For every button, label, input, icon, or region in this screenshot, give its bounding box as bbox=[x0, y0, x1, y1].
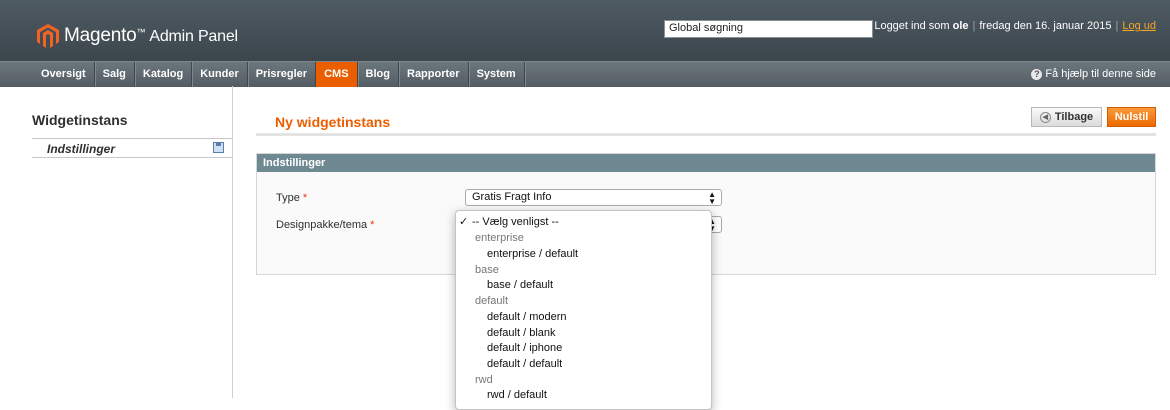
option-label: default / iphone bbox=[487, 342, 563, 354]
main-nav: Oversigt Salg Katalog Kunder Prisregler … bbox=[0, 61, 1170, 87]
separator: | bbox=[972, 20, 976, 32]
sidebar-title: Widgetinstans bbox=[32, 112, 128, 128]
logged-in-prefix: Logget ind som bbox=[874, 20, 950, 32]
nav-item-cms[interactable]: CMS bbox=[316, 62, 358, 87]
dropdown-group: base bbox=[456, 263, 711, 278]
group-label: base bbox=[475, 264, 499, 276]
brand-panel: Admin Panel bbox=[149, 28, 238, 45]
type-label-text: Type bbox=[276, 192, 300, 204]
back-button-label: Tilbage bbox=[1054, 111, 1094, 123]
option-label: base / default bbox=[487, 279, 554, 291]
design-label-text: Designpakke/tema bbox=[276, 219, 368, 231]
nav-item-system[interactable]: System bbox=[469, 62, 525, 87]
current-date: fredag den 16. januar 2015 bbox=[979, 20, 1112, 32]
dropdown-option[interactable]: rwd / default bbox=[456, 388, 711, 403]
brand-name: Magento bbox=[64, 25, 137, 46]
select-arrows-icon: ▲ ▼ bbox=[708, 190, 716, 206]
design-label: Designpakke/tema * bbox=[276, 219, 374, 231]
fieldset-title: Indstillinger bbox=[257, 154, 1155, 172]
option-label: default / default bbox=[487, 358, 563, 370]
required-mark: * bbox=[370, 219, 375, 231]
dropdown-option[interactable]: enterprise / default bbox=[456, 247, 711, 262]
nav-item-kunder[interactable]: Kunder bbox=[192, 62, 248, 87]
brand-title: Magento™ Admin Panel bbox=[64, 25, 238, 47]
sidebar: Widgetinstans Indstillinger bbox=[0, 86, 233, 398]
page-title: Ny widgetinstans bbox=[275, 114, 391, 130]
help-link[interactable]: ? Få hjælp til denne side bbox=[1031, 62, 1156, 86]
user-info: Logget ind som ole | fredag den 16. januar… bbox=[874, 20, 1156, 32]
save-icon bbox=[213, 142, 224, 153]
group-label: enterprise bbox=[475, 232, 524, 244]
sidebar-tab-indstillinger[interactable]: Indstillinger bbox=[32, 138, 232, 158]
nav-item-prisregler[interactable]: Prisregler bbox=[248, 62, 317, 87]
dropdown-group: rwd bbox=[456, 373, 711, 388]
sidebar-tab-label: Indstillinger bbox=[47, 142, 116, 156]
reset-button[interactable]: Nulstil bbox=[1107, 107, 1156, 127]
separator: | bbox=[1115, 20, 1119, 32]
dropdown-option[interactable]: base / default bbox=[456, 278, 711, 293]
back-button[interactable]: ◀ Tilbage bbox=[1031, 107, 1102, 127]
check-icon: ✓ bbox=[459, 216, 469, 228]
dropdown-option[interactable]: default / iphone bbox=[456, 341, 711, 356]
option-label: default / blank bbox=[487, 327, 556, 339]
header-bar: Magento™ Admin Panel Global søgning Logge… bbox=[0, 0, 1170, 61]
dropdown-option[interactable]: ✓ -- Vælg venligst -- bbox=[456, 215, 711, 230]
nav-item-salg[interactable]: Salg bbox=[95, 62, 135, 87]
group-label: default bbox=[475, 295, 509, 307]
option-label: -- Vælg venligst -- bbox=[472, 216, 559, 228]
option-label: default / modern bbox=[487, 311, 567, 323]
design-dropdown-list: ✓ -- Vælg venligst -- enterprise enterpr… bbox=[455, 210, 712, 410]
type-label: Type * bbox=[276, 192, 307, 204]
nav-item-rapporter[interactable]: Rapporter bbox=[399, 62, 469, 87]
nav-item-katalog[interactable]: Katalog bbox=[135, 62, 193, 87]
username: ole bbox=[952, 20, 969, 32]
title-divider bbox=[256, 133, 1156, 136]
dropdown-option[interactable]: default / default bbox=[456, 357, 711, 372]
dropdown-group: default bbox=[456, 294, 711, 309]
help-icon: ? bbox=[1031, 69, 1043, 80]
dropdown-option[interactable]: default / modern bbox=[456, 310, 711, 325]
dropdown-option[interactable]: default / blank bbox=[456, 326, 711, 341]
nav-items: Oversigt Salg Katalog Kunder Prisregler … bbox=[33, 62, 525, 87]
option-label: enterprise / default bbox=[487, 248, 579, 260]
global-search-input[interactable]: Global søgning bbox=[664, 20, 873, 38]
brand-trademark: ™ bbox=[136, 27, 146, 37]
group-label: rwd bbox=[475, 374, 493, 386]
nav-item-blog[interactable]: Blog bbox=[358, 62, 399, 87]
nav-item-oversigt[interactable]: Oversigt bbox=[33, 62, 95, 87]
required-mark: * bbox=[302, 192, 308, 204]
type-select-value: Gratis Fragt Info bbox=[472, 191, 552, 203]
dropdown-group: enterprise bbox=[456, 231, 711, 246]
logout-link[interactable]: Log ud bbox=[1122, 20, 1156, 32]
option-label: rwd / default bbox=[487, 389, 547, 401]
magento-logo-icon[interactable] bbox=[37, 24, 59, 48]
back-arrow-icon: ◀ bbox=[1039, 111, 1051, 123]
type-select[interactable]: Gratis Fragt Info ▲ ▼ bbox=[465, 189, 722, 206]
help-link-label: Få hjælp til denne side bbox=[1045, 68, 1156, 80]
